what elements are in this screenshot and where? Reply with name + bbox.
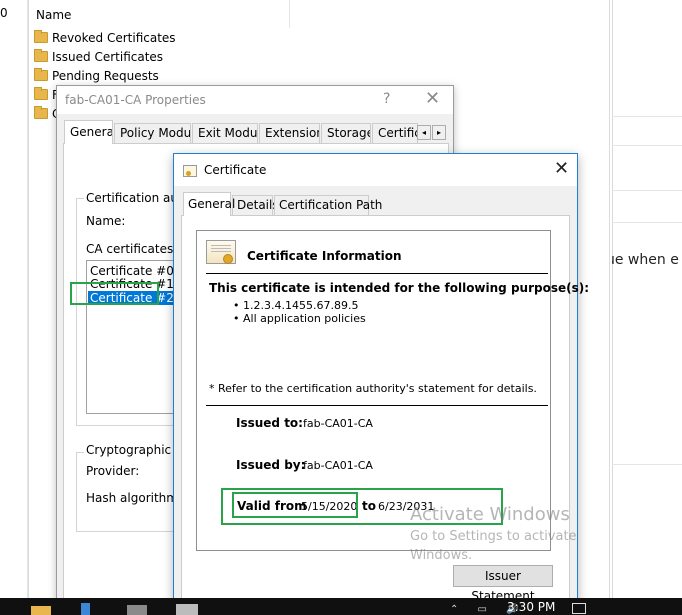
app-icon[interactable] — [127, 605, 147, 615]
folder-icon — [34, 49, 48, 62]
issued-to-value: fab-CA01-CA — [303, 417, 373, 430]
divider — [612, 222, 682, 223]
activate-windows-subtext: Go to Settings to activate — [410, 529, 577, 544]
folder-pending-requests[interactable]: Pending Requests — [34, 66, 159, 85]
left-pane — [0, 0, 28, 598]
folder-label: Revoked Certificates — [52, 30, 176, 45]
close-icon[interactable]: ✕ — [554, 158, 569, 179]
divider — [206, 405, 548, 406]
tab-policy-module[interactable]: Policy Module — [114, 123, 191, 143]
issued-by-label: Issued by: — [236, 458, 306, 472]
certificate-info-heading: Certificate Information — [247, 249, 402, 263]
purpose-item: • All application policies — [233, 312, 366, 325]
purpose-item: • 1.2.3.4.1455.67.89.5 — [233, 299, 359, 312]
folder-issued-certificates[interactable]: Issued Certificates — [34, 47, 163, 66]
folder-label: Issued Certificates — [52, 49, 164, 64]
list-item[interactable]: Certificate #0 — [90, 264, 174, 278]
divider — [612, 145, 682, 146]
purpose-heading: This certificate is intended for the fol… — [209, 281, 590, 295]
folder-revoked-certificates[interactable]: Revoked Certificates — [34, 28, 176, 47]
issuer-statement-button[interactable]: Issuer Statement — [453, 565, 553, 603]
name-column-header[interactable]: Name — [36, 8, 71, 22]
folder-label: Pending Requests — [52, 68, 159, 83]
clock[interactable]: 3:30 PM — [507, 600, 555, 614]
props-dialog-title: fab-CA01-CA Properties — [65, 93, 206, 107]
highlight-annotation — [70, 282, 159, 305]
help-icon[interactable]: ? — [383, 91, 390, 107]
tab-general[interactable]: General — [64, 120, 113, 144]
hash-algorithm-label: Hash algorithm: — [86, 491, 183, 505]
right-background-panel — [612, 0, 682, 598]
refer-note: * Refer to the certification authority's… — [209, 382, 537, 395]
tab-extensions[interactable]: Extensions — [259, 123, 320, 143]
activate-windows-subtext: Windows. — [410, 548, 473, 563]
highlight-annotation — [232, 492, 358, 518]
name-label: Name: — [86, 214, 126, 228]
divider — [612, 190, 682, 191]
divider — [206, 273, 548, 274]
file-explorer-icon[interactable] — [31, 606, 51, 615]
left-pane-fragment: 0 — [0, 6, 8, 20]
divider — [612, 116, 682, 117]
folder-icon — [34, 106, 48, 119]
certification-authority-icon[interactable] — [176, 604, 198, 615]
tab-certification-path[interactable]: Certification Path — [274, 195, 382, 215]
provider-label: Provider: — [86, 464, 140, 478]
ca-certificates-label: CA certificates: — [86, 242, 178, 256]
right-panel-text: ue when e — [612, 252, 679, 268]
folder-icon — [34, 87, 48, 100]
folder-icon — [34, 68, 48, 81]
issued-to-label: Issued to: — [236, 416, 303, 430]
divider — [612, 464, 682, 465]
server-manager-icon[interactable] — [81, 603, 90, 615]
tab-certificate-managers[interactable]: Certifica — [372, 123, 418, 143]
folder-icon — [34, 30, 48, 43]
tab-details[interactable]: Details — [232, 195, 279, 215]
issued-by-value: fab-CA01-CA — [303, 459, 373, 472]
activate-windows-watermark: Activate Windows — [410, 504, 570, 525]
certificate-icon — [183, 165, 197, 177]
tab-general[interactable]: General — [183, 192, 235, 216]
cert-dialog-title: Certificate — [204, 163, 267, 177]
tab-scroll-right-icon[interactable]: ▸ — [432, 125, 446, 140]
close-icon[interactable]: ✕ — [425, 88, 440, 109]
certificate-icon — [206, 240, 236, 264]
tab-scroll-left-icon[interactable]: ◂ — [417, 125, 431, 140]
tab-storage[interactable]: Storage — [321, 123, 371, 143]
tab-exit-module[interactable]: Exit Module — [192, 123, 258, 143]
notification-icon[interactable] — [572, 603, 586, 614]
column-divider[interactable] — [289, 0, 290, 28]
